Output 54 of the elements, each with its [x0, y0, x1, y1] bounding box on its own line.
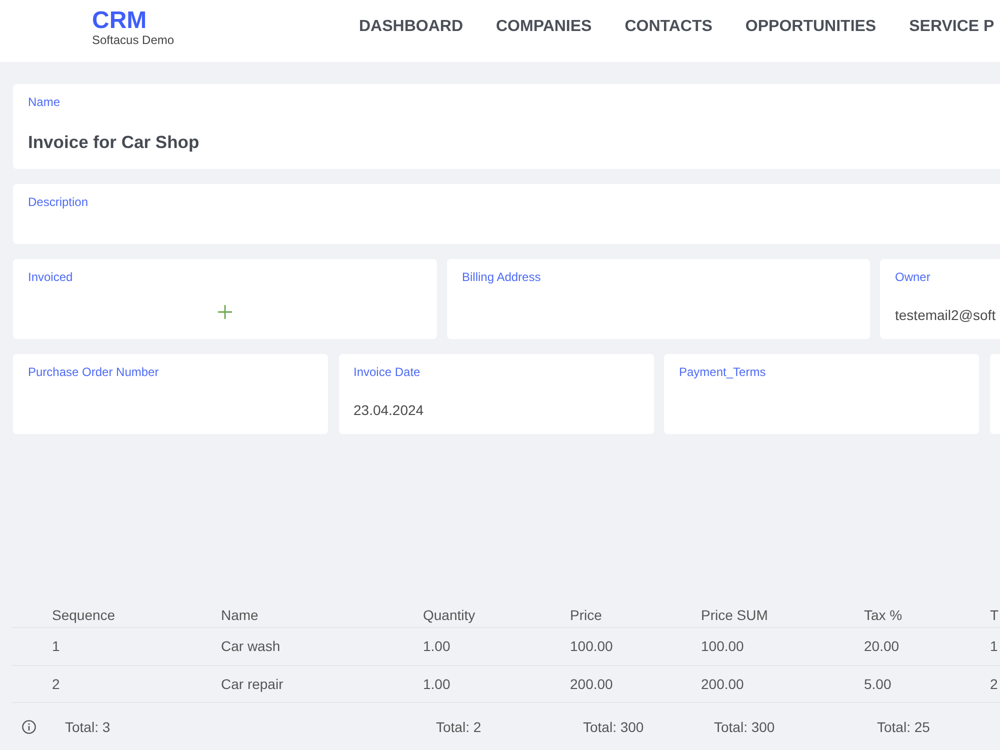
input-field[interactable]: Invoiced	[13, 259, 437, 339]
table-cell: 100.00	[570, 637, 613, 656]
field-value: testemail2@soft	[895, 306, 996, 325]
field-label: Invoiced	[28, 270, 74, 284]
column-header: Sequence	[52, 606, 116, 624]
column-header: Quantity	[423, 606, 476, 624]
input-field[interactable]: Owner testemail2@soft	[880, 259, 1000, 339]
table-cell: 1	[990, 637, 998, 656]
logo-subtitle: Softacus Demo	[92, 33, 174, 47]
column-header: T	[990, 606, 1000, 624]
table-cell: 200.00	[701, 674, 744, 693]
column-header: Tax %	[864, 606, 904, 624]
field-label: Name	[28, 95, 62, 109]
total-value: Total: 3	[65, 718, 110, 736]
table-cell: 1.00	[423, 674, 450, 693]
nav-link[interactable]: DASHBOARD	[359, 17, 463, 37]
table-cell: 1	[52, 637, 60, 656]
input-field[interactable]: Payment_Terms	[664, 354, 979, 434]
field-label: Payment_Terms	[679, 365, 767, 379]
input-field[interactable]: Description	[13, 184, 1000, 244]
field-label: Description	[28, 195, 90, 209]
field-label: Invoice Date	[354, 365, 422, 379]
nav-link[interactable]: OPPORTUNITIES	[745, 17, 876, 37]
plus-icon[interactable]	[218, 305, 232, 319]
total-value: Total: 2	[436, 718, 482, 736]
table-cell: 200.00	[570, 674, 613, 693]
total-value: Total: 25	[877, 718, 930, 736]
total-value: Total: 300	[714, 718, 775, 736]
nav-link[interactable]: SERVICE P	[909, 17, 994, 37]
total-value: Total: 300	[583, 718, 644, 736]
table-cell: 2	[990, 674, 998, 693]
table-cell: 2	[52, 674, 60, 693]
input-field[interactable]: Purchase Order Number	[13, 354, 328, 434]
table-cell: 20.00	[864, 637, 900, 656]
info-icon[interactable]	[22, 720, 36, 734]
table-cell: 5.00	[864, 674, 892, 693]
input-field[interactable]: Billing Address	[447, 259, 870, 339]
input-field[interactable]: Name Invoice for Car Shop	[13, 84, 1000, 169]
table-cell: Car repair	[221, 674, 284, 693]
field-label: Purchase Order Number	[28, 365, 160, 379]
nav-link[interactable]: COMPANIES	[496, 17, 592, 37]
field-value: Invoice for Car Shop	[28, 131, 200, 154]
table-cell: Car wash	[221, 637, 280, 656]
field-value: 23.04.2024	[354, 401, 425, 420]
field-label: Owner	[895, 270, 932, 284]
input-field[interactable]: Invoice Date 23.04.2024	[338, 354, 654, 434]
column-header: Price	[570, 606, 603, 624]
column-header: Price SUM	[701, 606, 769, 624]
table-cell: 1.00	[423, 637, 450, 656]
field-label: Billing Address	[462, 270, 542, 284]
nav-link[interactable]: CONTACTS	[624, 17, 712, 37]
table-cell: 100.00	[701, 637, 744, 656]
logo-text[interactable]: CRM	[92, 9, 147, 33]
column-header: Name	[221, 606, 260, 624]
